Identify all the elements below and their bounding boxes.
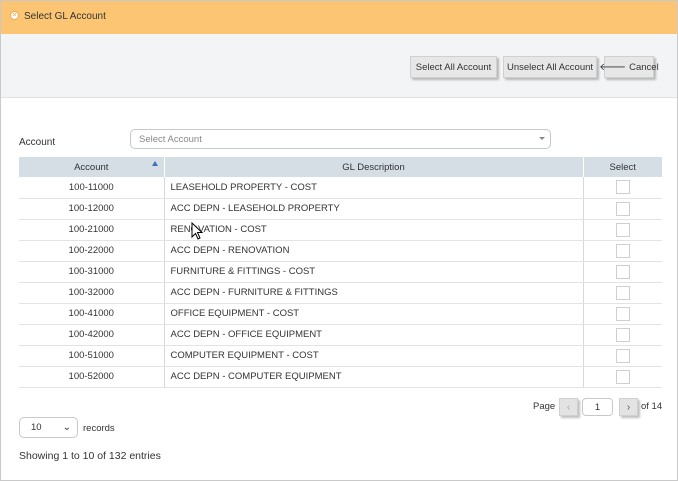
column-header-gl-description[interactable]: GL Description <box>163 157 583 177</box>
gl-description-cell: COMPUTER EQUIPMENT - COST <box>164 345 584 367</box>
select-checkbox[interactable] <box>615 306 630 321</box>
select-cell <box>583 219 662 241</box>
table-row[interactable]: 100-11000 LEASEHOLD PROPERTY - COST <box>19 177 662 199</box>
select-cell <box>583 198 662 220</box>
unselect-all-account-button[interactable]: Unselect All Account <box>503 56 597 78</box>
page-label: Page <box>533 401 556 412</box>
caret-down-icon <box>539 137 545 140</box>
account-cell: 100-12000 <box>19 198 165 220</box>
select-checkbox[interactable] <box>615 243 630 258</box>
account-cell: 100-51000 <box>19 345 165 367</box>
records-per-page-select[interactable]: 10 ⌄ <box>19 417 78 438</box>
dialog-title: Select GL Account <box>24 11 106 22</box>
column-header-account[interactable]: Account <box>19 157 164 177</box>
gl-description-cell: ACC DEPN - RENOVATION <box>164 240 584 262</box>
select-cell <box>583 366 662 388</box>
sort-ascending-icon <box>152 161 158 166</box>
table-row[interactable]: 100-21000 RENOVATION - COST <box>19 219 662 241</box>
account-select-placeholder: Select Account <box>139 133 202 145</box>
gl-description-cell: LEASEHOLD PROPERTY - COST <box>164 177 584 199</box>
entries-summary: Showing 1 to 10 of 132 entries <box>19 450 161 462</box>
select-checkbox[interactable] <box>615 369 630 384</box>
select-cell <box>583 345 662 367</box>
table-row[interactable]: 100-41000 OFFICE EQUIPMENT - COST <box>19 303 662 325</box>
account-cell: 100-42000 <box>19 324 165 346</box>
gl-description-cell: OFFICE EQUIPMENT - COST <box>164 303 584 325</box>
toolbar: Select All Account Unselect All Account … <box>1 34 677 98</box>
chevron-down-icon: ⌄ <box>62 422 71 433</box>
account-cell: 100-41000 <box>19 303 165 325</box>
select-checkbox[interactable] <box>615 285 630 300</box>
gl-account-table: Account GL Description Select 100-11000 L… <box>19 157 662 388</box>
records-per-page-value: 10 <box>31 422 42 433</box>
select-checkbox[interactable] <box>615 201 630 216</box>
select-checkbox[interactable] <box>615 327 630 342</box>
records-label: records <box>83 423 115 434</box>
select-cell <box>583 324 662 346</box>
select-all-account-button[interactable]: Select All Account <box>410 56 497 78</box>
select-cell <box>583 177 662 199</box>
table-row[interactable]: 100-52000 ACC DEPN - COMPUTER EQUIPMENT <box>19 366 662 388</box>
arrow-left-icon: 🡐 <box>599 62 627 73</box>
table-row[interactable]: 100-51000 COMPUTER EQUIPMENT - COST <box>19 345 662 367</box>
gl-description-cell: RENOVATION - COST <box>164 219 584 241</box>
gl-description-cell: ACC DEPN - OFFICE EQUIPMENT <box>164 324 584 346</box>
select-checkbox[interactable] <box>615 222 630 237</box>
select-cell <box>583 303 662 325</box>
dialog-titlebar: × Select GL Account <box>1 1 677 34</box>
gl-description-cell: FURNITURE & FITTINGS - COST <box>164 261 584 283</box>
select-checkbox[interactable] <box>615 180 630 195</box>
next-page-button[interactable]: › <box>619 398 638 416</box>
account-select[interactable]: Select Account <box>130 129 551 149</box>
previous-page-button[interactable]: ‹ <box>559 398 578 416</box>
account-cell: 100-52000 <box>19 366 165 388</box>
column-header-select: Select <box>582 157 662 177</box>
gl-description-cell: ACC DEPN - COMPUTER EQUIPMENT <box>164 366 584 388</box>
account-cell: 100-21000 <box>19 219 165 241</box>
account-cell: 100-22000 <box>19 240 165 262</box>
table-row[interactable]: 100-31000 FURNITURE & FITTINGS - COST <box>19 261 662 283</box>
page-number-input[interactable] <box>582 398 613 416</box>
account-cell: 100-32000 <box>19 282 165 304</box>
close-circle-icon[interactable]: × <box>10 11 19 20</box>
cancel-button[interactable]: 🡐 Cancel <box>599 56 659 78</box>
account-cell: 100-11000 <box>19 177 165 199</box>
cancel-label: Cancel <box>629 61 659 73</box>
table-header-row: Account GL Description Select <box>19 157 662 177</box>
select-cell <box>583 282 662 304</box>
select-checkbox[interactable] <box>615 348 630 363</box>
page-count-label: of 14 <box>641 401 663 412</box>
table-row[interactable]: 100-42000 ACC DEPN - OFFICE EQUIPMENT <box>19 324 662 346</box>
select-gl-account-dialog: × Select GL Account Select All Account U… <box>0 0 678 481</box>
gl-description-cell: ACC DEPN - LEASEHOLD PROPERTY <box>164 198 584 220</box>
account-filter-label: Account <box>19 137 56 148</box>
table-row[interactable]: 100-22000 ACC DEPN - RENOVATION <box>19 240 662 262</box>
table-row[interactable]: 100-12000 ACC DEPN - LEASEHOLD PROPERTY <box>19 198 662 220</box>
gl-description-cell: ACC DEPN - FURNITURE & FITTINGS <box>164 282 584 304</box>
select-cell <box>583 240 662 262</box>
select-cell <box>583 261 662 283</box>
account-cell: 100-31000 <box>19 261 165 283</box>
select-checkbox[interactable] <box>615 264 630 279</box>
table-row[interactable]: 100-32000 ACC DEPN - FURNITURE & FITTINGS <box>19 282 662 304</box>
